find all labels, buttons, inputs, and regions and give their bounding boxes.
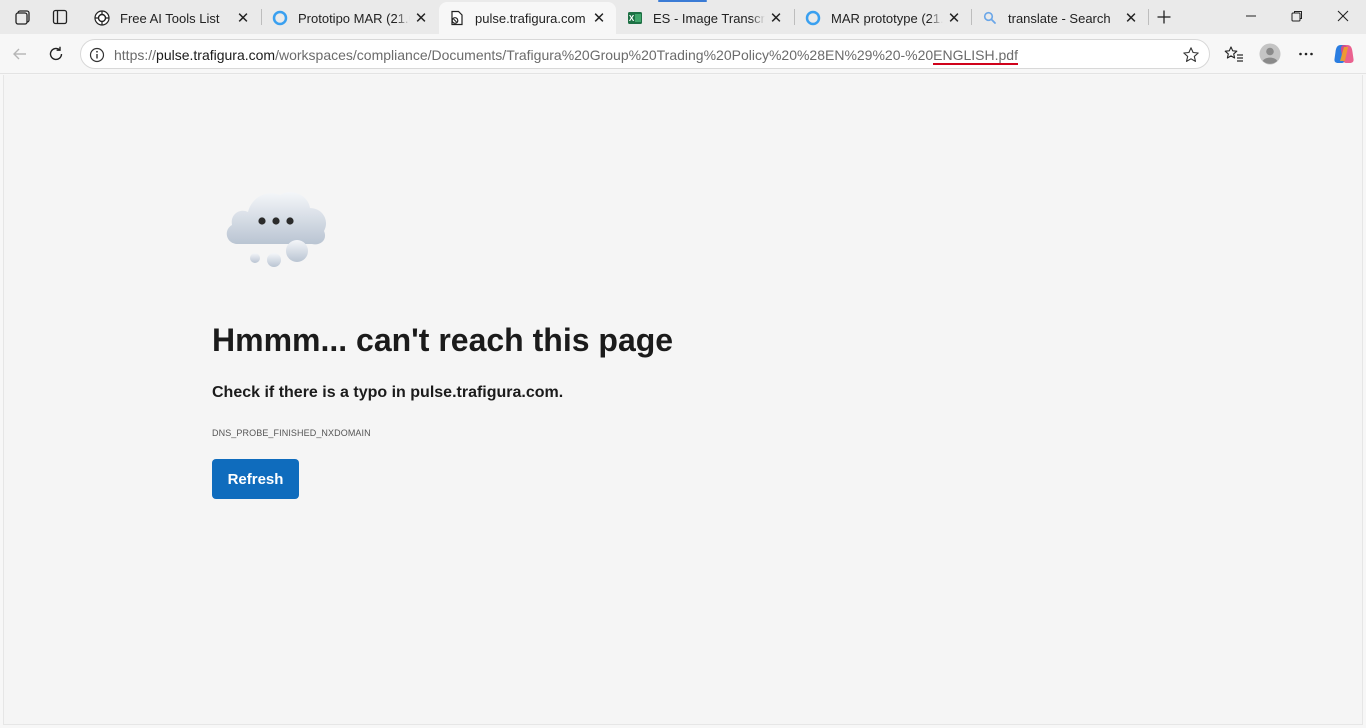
- search-icon: [982, 10, 998, 26]
- error-message: Check if there is a typo in pulse.trafig…: [212, 384, 564, 401]
- url-flagged-segment: ENGLISH.pdf: [933, 47, 1018, 65]
- excel-icon: X: [627, 10, 643, 26]
- tab-translate-search[interactable]: translate - Search ✕: [972, 2, 1148, 34]
- tab-es-image-transcript[interactable]: X ES - Image Transcript ✕: [617, 2, 793, 34]
- profile-avatar-icon[interactable]: [1255, 40, 1285, 68]
- tab-title: pulse.trafigura.com: [475, 10, 586, 26]
- broken-page-icon: [449, 10, 465, 26]
- page-content: [3, 75, 1363, 725]
- tab-title: Prototipo MAR (21.05: [298, 10, 410, 26]
- tab-title: Free AI Tools List: [120, 10, 220, 26]
- url-path: /workspaces/compliance/Documents/Trafigu…: [275, 47, 934, 63]
- close-tab-icon[interactable]: ✕: [588, 7, 610, 29]
- tab-title: MAR prototype (21.05: [831, 10, 943, 26]
- site-info-icon[interactable]: [88, 46, 106, 64]
- refresh-button[interactable]: Refresh: [212, 459, 299, 499]
- favorites-icon[interactable]: [1219, 40, 1249, 68]
- svg-text:X: X: [629, 14, 635, 23]
- tab-strip: Free AI Tools List ✕ Prototipo MAR (21.0…: [0, 0, 1366, 34]
- tab-pulse-trafigura[interactable]: pulse.trafigura.com ✕: [439, 2, 616, 34]
- circle-app-icon: [272, 10, 288, 26]
- close-tab-icon[interactable]: ✕: [1120, 7, 1142, 29]
- tab-title: ES - Image Transcript: [653, 10, 765, 26]
- workspaces-icon[interactable]: [10, 4, 38, 30]
- tab-free-ai-tools[interactable]: Free AI Tools List ✕: [84, 2, 260, 34]
- tab-title: translate - Search: [1008, 10, 1111, 26]
- close-tab-icon[interactable]: ✕: [943, 7, 965, 29]
- more-options-icon[interactable]: [1291, 40, 1321, 68]
- new-tab-icon[interactable]: [1150, 4, 1178, 30]
- tab-separator: [1148, 9, 1149, 25]
- url-scheme: https://: [114, 47, 157, 63]
- cloud-thinking-icon: [226, 192, 327, 267]
- tab-actions-icon[interactable]: [46, 4, 74, 30]
- close-tab-icon[interactable]: ✕: [765, 7, 787, 29]
- back-arrow-icon[interactable]: [5, 40, 35, 68]
- restore-icon[interactable]: [1274, 0, 1320, 32]
- error-heading: Hmmm... can't reach this page: [212, 322, 674, 358]
- close-tab-icon[interactable]: ✕: [232, 7, 254, 29]
- circle-app-icon: [805, 10, 821, 26]
- error-code: DNS_PROBE_FINISHED_NXDOMAIN: [212, 428, 371, 438]
- reload-icon[interactable]: [41, 40, 71, 68]
- close-tab-icon[interactable]: ✕: [410, 7, 432, 29]
- address-bar[interactable]: https://pulse.trafigura.com/workspaces/c…: [80, 39, 1210, 69]
- minimize-icon[interactable]: [1228, 0, 1274, 32]
- tab-mar-prototype[interactable]: MAR prototype (21.05 ✕: [795, 2, 971, 34]
- copilot-icon[interactable]: [1329, 40, 1359, 68]
- url-host: pulse.trafigura.com: [156, 47, 276, 63]
- tab-prototipo-mar[interactable]: Prototipo MAR (21.05 ✕: [262, 2, 438, 34]
- close-window-icon[interactable]: [1320, 0, 1366, 32]
- openai-icon: [94, 10, 110, 26]
- browser-toolbar: https://pulse.trafigura.com/workspaces/c…: [0, 34, 1366, 74]
- url-text[interactable]: https://pulse.trafigura.com/workspaces/c…: [114, 47, 1018, 65]
- favorite-star-icon[interactable]: [1181, 45, 1201, 65]
